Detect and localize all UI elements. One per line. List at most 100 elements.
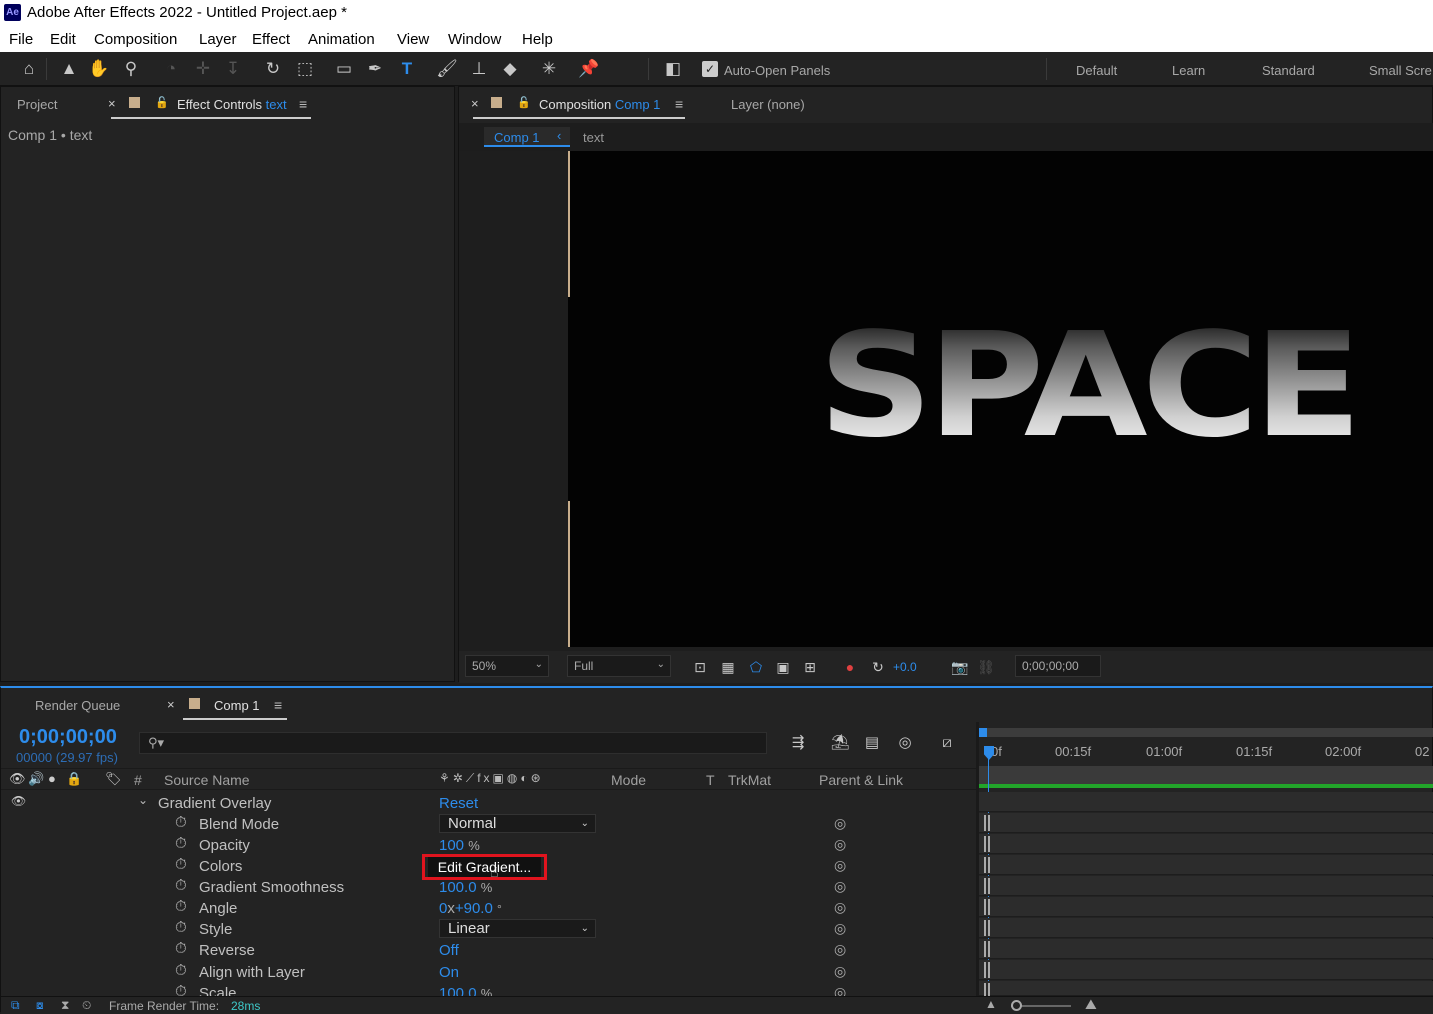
stopwatch-icon[interactable]: ⏱ xyxy=(175,814,187,831)
column-parent-link[interactable]: Parent & Link xyxy=(819,772,903,788)
scale-number[interactable]: 100.0 xyxy=(439,985,477,996)
close-tab-icon[interactable]: × xyxy=(108,96,116,111)
stopwatch-icon[interactable]: ⏱ xyxy=(175,962,187,979)
menu-help[interactable]: Help xyxy=(522,31,553,48)
opacity-number[interactable]: 100 xyxy=(439,837,464,854)
smoothness-value[interactable]: 100.0 % xyxy=(439,879,492,896)
label-tag-icon[interactable]: 🏷 xyxy=(105,771,122,787)
tab-timeline-comp[interactable]: Comp 1 xyxy=(214,698,260,713)
auto-open-checkbox[interactable]: ✓ xyxy=(702,61,718,77)
mask-visibility-icon[interactable]: ⬠ xyxy=(745,656,767,678)
zoom-slider-thumb[interactable] xyxy=(1011,1000,1022,1011)
breadcrumb-comp[interactable]: Comp 1 ‹ xyxy=(484,127,570,147)
pick-whip-icon[interactable]: ◎ xyxy=(834,836,846,853)
timeline-menu-icon[interactable]: ≡ xyxy=(274,697,282,713)
pan-camera-icon[interactable]: ✛ xyxy=(192,58,214,80)
pick-whip-icon[interactable]: ◎ xyxy=(834,857,846,874)
pick-whip-icon[interactable]: ◎ xyxy=(834,963,846,980)
workspace-default[interactable]: Default xyxy=(1076,63,1117,78)
lock-icon[interactable]: 🔓 xyxy=(155,96,169,109)
workspace-small-screen[interactable]: Small Scre xyxy=(1369,63,1432,78)
visibility-eye-icon[interactable]: 👁 xyxy=(11,794,26,808)
pick-whip-icon[interactable]: ◎ xyxy=(834,984,846,996)
zoom-in-icon[interactable]: ⛰ xyxy=(1085,996,1097,1013)
menu-effect[interactable]: Effect xyxy=(252,31,290,48)
selection-tool-icon[interactable]: ▲ xyxy=(58,58,80,80)
close-timeline-tab-icon[interactable]: × xyxy=(167,697,175,712)
show-snapshot-icon[interactable]: ⛓ xyxy=(975,656,997,678)
resolution-dropdown[interactable]: Full ⌄ xyxy=(567,655,671,677)
graph-editor-icon[interactable]: ⧄ xyxy=(936,732,958,754)
panel-menu-icon[interactable]: ≡ xyxy=(299,96,307,112)
close-comp-tab-icon[interactable]: × xyxy=(471,96,479,111)
blend-mode-dropdown[interactable]: Normal ⌄ xyxy=(439,814,596,833)
panel-toggle-icon[interactable]: ◧ xyxy=(662,58,684,80)
audio-icon[interactable]: 🔊 xyxy=(28,771,44,787)
column-trkmat[interactable]: TrkMat xyxy=(728,772,771,788)
draft-3d-icon[interactable]: ⛱ xyxy=(829,732,851,754)
time-ruler[interactable]: 0f 00:15f 01:00f 01:15f 02:00f 02 xyxy=(979,740,1433,764)
pick-whip-icon[interactable]: ◎ xyxy=(834,815,846,832)
tab-project[interactable]: Project xyxy=(17,97,57,112)
chevron-down-icon[interactable]: ⌄ xyxy=(138,793,148,807)
workspace-learn[interactable]: Learn xyxy=(1172,63,1205,78)
timeline-zoom-slider[interactable] xyxy=(1011,1000,1071,1011)
orbit-camera-icon[interactable]: ◔ xyxy=(160,58,182,80)
menu-view[interactable]: View xyxy=(397,31,429,48)
dolly-camera-icon[interactable]: ↧ xyxy=(222,58,244,80)
angle-degrees[interactable]: +90.0 xyxy=(455,900,493,917)
reset-exposure-icon[interactable]: ↻ xyxy=(867,656,889,678)
space-text-layer[interactable]: SPACE xyxy=(818,309,1362,462)
comp-canvas[interactable]: SPACE xyxy=(568,151,1433,647)
tab-composition[interactable]: Composition Comp 1 xyxy=(539,97,660,112)
style-dropdown[interactable]: Linear ⌄ xyxy=(439,919,596,938)
clone-stamp-tool-icon[interactable]: ⊥ xyxy=(468,58,490,80)
hand-tool-icon[interactable]: ✋ xyxy=(88,58,110,80)
pick-whip-icon[interactable]: ◎ xyxy=(834,941,846,958)
type-tool-icon[interactable]: T xyxy=(396,58,418,80)
grid-guides-icon[interactable]: ⊞ xyxy=(799,656,821,678)
effect-reset-link[interactable]: Reset xyxy=(439,795,478,812)
in-out-toggle-icon[interactable]: ⧗ xyxy=(61,998,69,1013)
stopwatch-icon[interactable]: ⏱ xyxy=(175,898,187,915)
home-icon[interactable]: ⌂ xyxy=(18,58,40,80)
opacity-value[interactable]: 100 % xyxy=(439,837,480,854)
comp-flowchart-icon[interactable]: ⇶ xyxy=(787,732,809,754)
reverse-value[interactable]: Off xyxy=(439,942,459,959)
render-time-toggle-icon[interactable]: ⏲ xyxy=(82,998,91,1013)
column-mode[interactable]: Mode xyxy=(611,772,646,788)
comp-viewer-area[interactable]: SPACE xyxy=(459,151,1433,651)
stopwatch-icon[interactable]: ⏱ xyxy=(175,919,187,936)
work-area-start-handle[interactable] xyxy=(979,728,987,737)
edit-gradient-button[interactable]: Edit Gradient... xyxy=(428,857,541,877)
frame-blending-icon[interactable]: ▤ xyxy=(861,732,883,754)
stopwatch-icon[interactable]: ⏱ xyxy=(175,940,187,957)
column-source-name[interactable]: Source Name xyxy=(164,772,250,788)
zoom-tool-icon[interactable]: ⚲ xyxy=(120,58,142,80)
roto-brush-tool-icon[interactable]: ✳ xyxy=(538,58,560,80)
layer-search-input[interactable]: ⚲▾ xyxy=(139,732,767,754)
align-with-layer-value[interactable]: On xyxy=(439,964,459,981)
tab-layer[interactable]: Layer (none) xyxy=(731,97,805,112)
menu-animation[interactable]: Animation xyxy=(308,31,375,48)
solo-icon[interactable]: ● xyxy=(48,771,56,786)
pick-whip-icon[interactable]: ◎ xyxy=(834,899,846,916)
lock-column-icon[interactable]: 🔒 xyxy=(66,771,82,787)
angle-value[interactable]: 0x+90.0 ° xyxy=(439,900,502,917)
menu-file[interactable]: File xyxy=(9,31,33,48)
scale-value[interactable]: 100.0 % xyxy=(439,985,492,996)
menu-composition[interactable]: Composition xyxy=(94,31,177,48)
column-t[interactable]: T xyxy=(706,772,715,788)
rotation-tool-icon[interactable]: ↻ xyxy=(262,58,284,80)
eraser-tool-icon[interactable]: ◆ xyxy=(499,58,521,80)
puppet-pin-tool-icon[interactable]: 📌 xyxy=(578,58,600,80)
transparency-grid-icon[interactable]: ▦ xyxy=(717,656,739,678)
effect-row-gradient-overlay[interactable]: 👁 ⌄ Gradient Overlay Reset xyxy=(1,793,976,814)
layer-duration-bar[interactable] xyxy=(979,766,1433,788)
tab-render-queue[interactable]: Render Queue xyxy=(35,698,120,713)
stopwatch-icon[interactable]: ⏱ xyxy=(175,877,187,894)
comp-panel-menu-icon[interactable]: ≡ xyxy=(675,96,683,112)
channel-icon[interactable]: ● xyxy=(839,656,861,678)
zoom-out-icon[interactable]: ▲ xyxy=(985,997,997,1011)
work-area-bar[interactable] xyxy=(979,728,1433,737)
